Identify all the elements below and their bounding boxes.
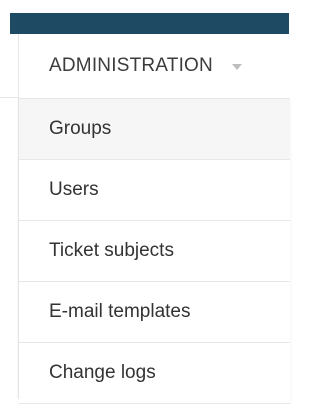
menu-item-ticket-subjects[interactable]: Ticket subjects xyxy=(19,221,290,282)
menu-item-groups[interactable]: Groups xyxy=(19,99,290,160)
menu-item-label: E-mail templates xyxy=(49,301,191,322)
menu-item-change-logs[interactable]: Change logs xyxy=(19,343,290,404)
top-navigation-bar xyxy=(10,13,289,34)
administration-menu: ADMINISTRATION Groups Users Ticket subje… xyxy=(18,34,290,404)
menu-item-label: Users xyxy=(49,179,99,200)
caret-down-icon xyxy=(231,64,242,70)
menu-item-email-templates[interactable]: E-mail templates xyxy=(19,282,290,343)
menu-item-label: Ticket subjects xyxy=(49,240,174,261)
menu-item-users[interactable]: Users xyxy=(19,160,290,221)
menu-item-label: Groups xyxy=(49,118,112,139)
administration-dropdown-toggle[interactable]: ADMINISTRATION xyxy=(19,34,290,98)
menu-item-label: Change logs xyxy=(49,362,156,383)
page-divider xyxy=(0,97,18,98)
administration-dropdown-menu: Groups Users Ticket subjects E-mail temp… xyxy=(19,98,290,404)
administration-label: ADMINISTRATION xyxy=(49,55,213,76)
